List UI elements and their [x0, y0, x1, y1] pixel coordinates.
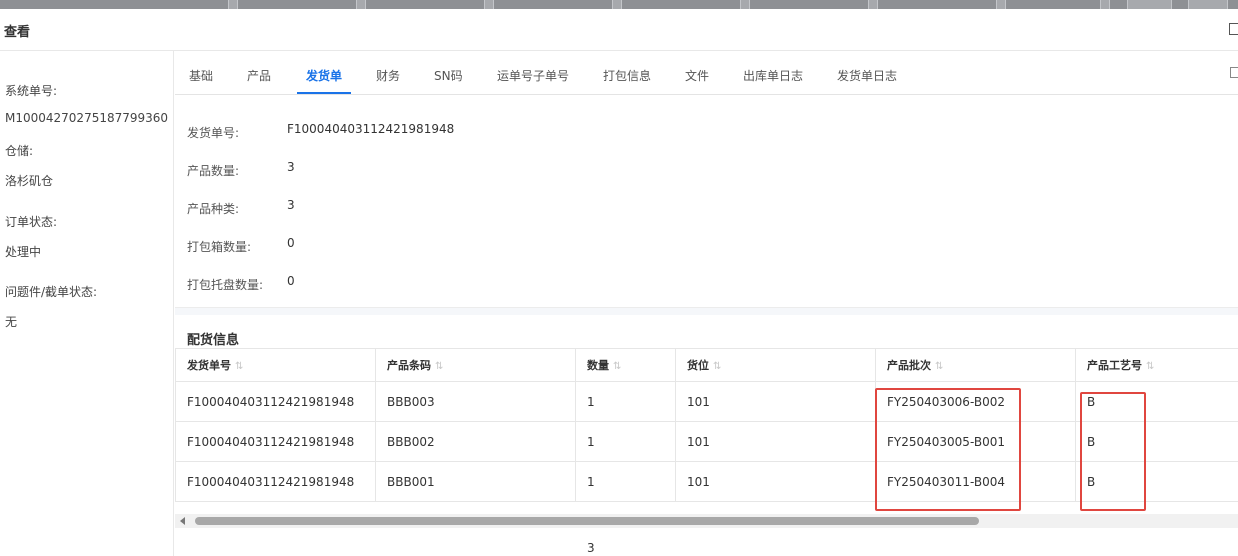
box-count-value: 0 [287, 236, 295, 250]
col-header-barcode[interactable]: 产品条码 ⇅ [375, 348, 576, 382]
issue-status-label: 问题件/截单状态: [5, 285, 98, 299]
cell-barcode: BBB001 [375, 461, 576, 502]
order-no-value: M10004270275187799360 [5, 111, 169, 125]
tab-packing-info[interactable]: 打包信息 [603, 67, 651, 84]
table-header-row: 发货单号 ⇅ 产品条码 ⇅ 数量 ⇅ 货位 ⇅ 产品批次 ⇅ 产品工艺号 ⇅ [175, 348, 1238, 382]
col-header-shipment-no[interactable]: 发货单号 ⇅ [175, 348, 376, 382]
cell-quantity: 1 [575, 421, 676, 462]
cell-shipment-no: F100040403112421981948 [175, 421, 376, 462]
tab-sn-code[interactable]: SN码 [434, 67, 463, 84]
detail-content: 基础 产品 发货单 财务 SN码 运单号子单号 打包信息 文件 出库单日志 发货… [175, 51, 1238, 556]
tab-basic[interactable]: 基础 [189, 67, 213, 84]
order-no-label: 系统单号: [5, 84, 58, 98]
sort-icon[interactable]: ⇅ [935, 361, 943, 372]
sort-icon[interactable]: ⇅ [1146, 361, 1154, 372]
shipment-no-label: 发货单号: [187, 126, 240, 140]
sort-icon[interactable]: ⇅ [613, 361, 621, 372]
active-tab-indicator [297, 92, 351, 94]
order-status-label: 订单状态: [5, 215, 58, 229]
table-row: F100040403112421981948 BBB003 1 101 FY25… [175, 381, 1238, 422]
product-kinds-value: 3 [287, 198, 295, 212]
cell-shipment-no: F100040403112421981948 [175, 461, 376, 502]
tab-files[interactable]: 文件 [685, 67, 709, 84]
sort-icon[interactable]: ⇅ [235, 361, 243, 372]
cell-location: 101 [675, 381, 876, 422]
cell-barcode: BBB002 [375, 421, 576, 462]
product-kinds-label: 产品种类: [187, 202, 240, 216]
process-no-column-highlight [1080, 392, 1146, 511]
product-qty-value: 3 [287, 160, 295, 174]
tab-product[interactable]: 产品 [247, 67, 271, 84]
total-quantity: 3 [587, 541, 595, 555]
tab-tracking-numbers[interactable]: 运单号子单号 [497, 67, 569, 84]
issue-status-value: 无 [5, 315, 18, 329]
collapse-icon[interactable] [1230, 67, 1238, 78]
dialog-title: 查看 [4, 25, 31, 40]
col-header-batch[interactable]: 产品批次 ⇅ [875, 348, 1076, 382]
dialog-titlebar: 查看 [0, 9, 1238, 51]
allocation-section-title: 配货信息 [187, 333, 240, 348]
table-row: F100040403112421981948 BBB002 1 101 FY25… [175, 421, 1238, 462]
shipment-no-value: F100040403112421981948 [287, 122, 455, 136]
cell-quantity: 1 [575, 381, 676, 422]
sort-icon[interactable]: ⇅ [713, 361, 721, 372]
cell-shipment-no: F100040403112421981948 [175, 381, 376, 422]
col-header-quantity[interactable]: 数量 ⇅ [575, 348, 676, 382]
batch-column-highlight [875, 388, 1021, 511]
cell-location: 101 [675, 461, 876, 502]
section-divider [175, 307, 1238, 315]
allocation-table: 发货单号 ⇅ 产品条码 ⇅ 数量 ⇅ 货位 ⇅ 产品批次 ⇅ 产品工艺号 ⇅ F100040… [175, 348, 1238, 502]
pallet-count-value: 0 [287, 274, 295, 288]
order-summary-panel: 系统单号: M10004270275187799360 仓储: 洛杉矶仓 订单状… [0, 51, 174, 556]
tab-bar: 基础 产品 发货单 财务 SN码 运单号子单号 打包信息 文件 出库单日志 发货… [175, 51, 1238, 95]
col-header-process-no[interactable]: 产品工艺号 ⇅ [1075, 348, 1238, 382]
table-row: F100040403112421981948 BBB001 1 101 FY25… [175, 461, 1238, 502]
tab-finance[interactable]: 财务 [376, 67, 400, 84]
tab-shipment[interactable]: 发货单 [306, 67, 342, 84]
order-status-value: 处理中 [5, 245, 42, 259]
warehouse-label: 仓储: [5, 144, 34, 158]
sort-icon[interactable]: ⇅ [435, 361, 443, 372]
cell-quantity: 1 [575, 461, 676, 502]
backdrop-toolbar [0, 0, 1238, 9]
cell-barcode: BBB003 [375, 381, 576, 422]
scroll-left-icon[interactable] [180, 517, 185, 525]
cell-location: 101 [675, 421, 876, 462]
product-qty-label: 产品数量: [187, 164, 240, 178]
tab-outbound-log[interactable]: 出库单日志 [743, 67, 803, 84]
col-header-location[interactable]: 货位 ⇅ [675, 348, 876, 382]
warehouse-value: 洛杉矶仓 [5, 174, 54, 188]
horizontal-scrollbar[interactable] [175, 514, 1238, 528]
box-count-label: 打包箱数量: [187, 240, 252, 254]
scroll-thumb[interactable] [195, 517, 979, 525]
pallet-count-label: 打包托盘数量: [187, 278, 264, 292]
tab-shipment-log[interactable]: 发货单日志 [837, 67, 897, 84]
maximize-icon[interactable] [1229, 23, 1238, 35]
view-dialog: 查看 系统单号: M10004270275187799360 仓储: 洛杉矶仓 … [0, 9, 1238, 556]
